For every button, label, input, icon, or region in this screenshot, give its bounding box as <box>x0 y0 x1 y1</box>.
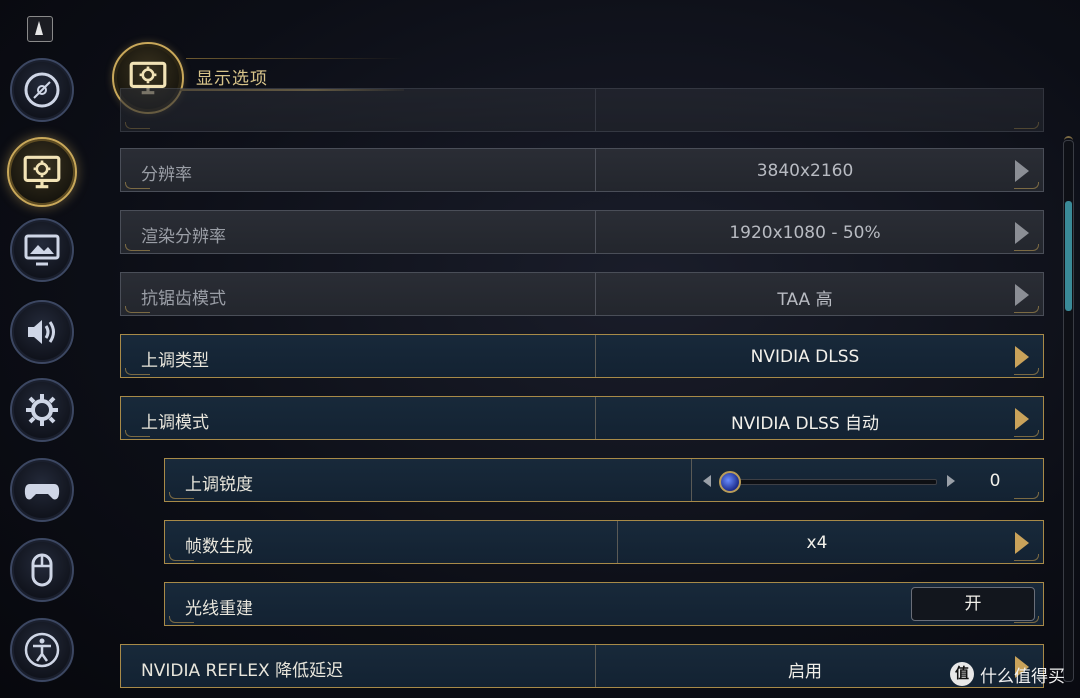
arrow-right-icon[interactable] <box>1015 346 1029 368</box>
setting-value: 3840x2160 <box>756 161 854 181</box>
setting-label: 抗锯齿模式 <box>141 289 226 309</box>
sidebar-item-mouse[interactable] <box>10 538 74 602</box>
settings-row-upscale-sharpness[interactable]: 上调锐度 0 <box>164 458 1044 502</box>
gamepad-icon <box>24 484 60 500</box>
monitor-image-icon <box>24 234 60 266</box>
sharpness-slider[interactable] <box>721 479 937 485</box>
arrow-right-icon[interactable] <box>1015 532 1029 554</box>
slider-value: 0 <box>989 471 1001 491</box>
monitor-gear-icon <box>23 155 61 189</box>
settings-row-ray-reconstruction[interactable]: 光线重建 开 <box>164 582 1044 626</box>
setting-label: 上调类型 <box>141 351 209 371</box>
scrollbar-thumb[interactable] <box>1065 201 1072 311</box>
arrow-right-icon[interactable] <box>1015 284 1029 306</box>
settings-row-upscale-mode[interactable]: 上调模式 NVIDIA DLSS 自动 <box>120 396 1044 440</box>
settings-row-hidden <box>120 88 1044 132</box>
setting-label: 光线重建 <box>185 599 253 619</box>
sidebar-item-controller[interactable] <box>10 458 74 522</box>
settings-list: 分辨率 3840x2160 渲染分辨率 1920x1080 - 50% 抗锯齿模… <box>120 0 1044 698</box>
arrow-right-icon[interactable] <box>1015 408 1029 430</box>
setting-value: x4 <box>806 533 828 553</box>
settings-row-antialiasing[interactable]: 抗锯齿模式 TAA 高 <box>120 272 1044 316</box>
settings-row-upscale-type[interactable]: 上调类型 NVIDIA DLSS <box>120 334 1044 378</box>
sidebar-item-accessibility[interactable] <box>10 618 74 682</box>
watermark-text: 什么值得买 <box>980 666 1065 687</box>
mouse-icon <box>31 553 53 587</box>
sidebar-item-display[interactable] <box>7 137 77 207</box>
settings-row-resolution[interactable]: 分辨率 3840x2160 <box>120 148 1044 192</box>
setting-label: 上调锐度 <box>185 475 253 495</box>
arrow-right-icon[interactable] <box>1015 222 1029 244</box>
setting-value: NVIDIA DLSS <box>750 347 860 367</box>
gear-icon <box>26 394 58 426</box>
accessibility-icon <box>24 632 60 668</box>
setting-value: TAA 高 <box>777 290 833 310</box>
setting-label: 渲染分辨率 <box>141 227 226 247</box>
category-sidebar <box>0 0 82 698</box>
speaker-icon <box>28 320 55 344</box>
setting-label: 上调模式 <box>141 413 209 433</box>
watermark-logo: 值 <box>950 662 974 686</box>
settings-scrollbar[interactable] <box>1063 140 1074 682</box>
setting-label: 帧数生成 <box>185 537 253 557</box>
setting-value: NVIDIA DLSS 自动 <box>730 414 880 434</box>
settings-row-frame-generation[interactable]: 帧数生成 x4 <box>164 520 1044 564</box>
sidebar-item-settings[interactable] <box>10 378 74 442</box>
slider-decrease-icon[interactable] <box>703 475 711 487</box>
scroll-up-button[interactable] <box>27 16 53 42</box>
slider-thumb[interactable] <box>719 471 741 493</box>
sidebar-item-audio[interactable] <box>10 300 74 364</box>
slider-increase-icon[interactable] <box>947 475 955 487</box>
sidebar-item-game[interactable] <box>10 58 74 122</box>
arrow-right-icon[interactable] <box>1015 160 1029 182</box>
settings-row-nvidia-reflex[interactable]: NVIDIA REFLEX 降低延迟 启用 <box>120 644 1044 688</box>
setting-value: 1920x1080 - 50% <box>729 223 881 243</box>
setting-label: NVIDIA REFLEX 降低延迟 <box>141 661 344 681</box>
watermark: 值 什么值得买 <box>950 660 1065 688</box>
disc-icon <box>24 72 60 108</box>
sidebar-item-graphics[interactable] <box>10 218 74 282</box>
arrow-up-icon <box>35 21 43 35</box>
settings-row-render-resolution[interactable]: 渲染分辨率 1920x1080 - 50% <box>120 210 1044 254</box>
